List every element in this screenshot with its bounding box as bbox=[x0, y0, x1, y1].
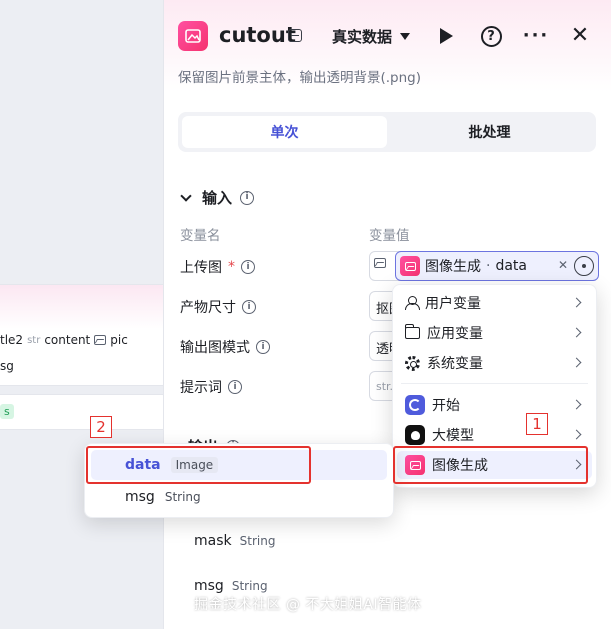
chevron-right-icon bbox=[571, 429, 582, 440]
canvas-var-msg: sg bbox=[0, 359, 14, 373]
menu-item-label: 应用变量 bbox=[427, 326, 483, 342]
help-icon: ? bbox=[480, 25, 502, 47]
info-icon: i bbox=[228, 380, 242, 394]
field-label-output-mode: 输出图模式 i bbox=[180, 337, 270, 357]
play-icon bbox=[439, 28, 453, 44]
tab-single[interactable]: 单次 bbox=[182, 116, 387, 148]
canvas-var-pic: pic bbox=[110, 333, 128, 347]
ref-source: 图像生成 bbox=[425, 259, 481, 275]
image-gen-icon bbox=[400, 256, 420, 276]
canvas-var-content: content bbox=[44, 333, 91, 347]
menu-item-start-node[interactable]: 开始 bbox=[397, 391, 592, 419]
info-icon: i bbox=[242, 300, 256, 314]
watermark: 掘金技术社区 @ 不大姐姐AI智能体 bbox=[194, 597, 422, 613]
canvas-var-title: tle2 bbox=[0, 333, 24, 347]
close-button[interactable]: ✕ bbox=[568, 24, 592, 48]
output-option-msg[interactable]: msg String bbox=[91, 482, 387, 512]
llm-node-icon bbox=[405, 425, 425, 445]
user-icon bbox=[405, 296, 420, 310]
menu-item-system-vars[interactable]: 系统变量 bbox=[397, 349, 592, 377]
output-type: String bbox=[239, 534, 276, 548]
info-icon: i bbox=[256, 340, 270, 354]
image-type-icon bbox=[374, 258, 386, 268]
more-dots-icon: ··· bbox=[522, 25, 550, 46]
menu-item-user-vars[interactable]: 用户变量 bbox=[397, 289, 592, 317]
menu-item-label: 大模型 bbox=[432, 428, 474, 444]
menu-item-label: 系统变量 bbox=[427, 356, 483, 372]
menu-item-label: 开始 bbox=[432, 398, 460, 414]
more-button[interactable]: ··· bbox=[522, 24, 550, 48]
caret-down-icon bbox=[400, 33, 411, 40]
output-option-name: msg bbox=[125, 489, 155, 505]
prompt-type-prefix: str. bbox=[376, 380, 394, 393]
cutout-app-icon bbox=[178, 21, 208, 51]
output-name: mask bbox=[194, 533, 232, 549]
chevron-right-icon bbox=[571, 327, 582, 338]
close-icon: ✕ bbox=[570, 23, 590, 48]
output-item-mask: mask String bbox=[194, 533, 275, 549]
menu-item-app-vars[interactable]: 应用变量 bbox=[397, 319, 592, 347]
canvas-node-card-2[interactable]: s bbox=[0, 394, 170, 430]
start-node-icon bbox=[405, 395, 425, 415]
tab-batch[interactable]: 批处理 bbox=[387, 116, 592, 148]
output-type: String bbox=[231, 579, 268, 593]
field-label-text: 上传图 bbox=[180, 260, 222, 276]
output-item-msg: msg String bbox=[194, 578, 268, 594]
run-mode-tabs: 单次 批处理 bbox=[178, 112, 596, 152]
gear-icon bbox=[405, 355, 420, 371]
canvas-badge: s bbox=[0, 404, 14, 419]
canvas-var-type: str bbox=[27, 334, 41, 346]
annotation-box-1 bbox=[393, 446, 588, 484]
panel-subtitle: 保留图片前景主体，输出透明背景(.png) bbox=[178, 70, 422, 86]
field-label-size: 产物尺寸 i bbox=[180, 297, 256, 317]
save-icon[interactable] bbox=[288, 29, 302, 42]
ref-separator: · bbox=[486, 258, 491, 274]
ref-var: data bbox=[495, 258, 527, 274]
variable-reference-chip[interactable]: 图像生成 · data ✕ bbox=[395, 251, 599, 281]
required-mark: * bbox=[228, 259, 235, 275]
folder-icon bbox=[404, 324, 420, 339]
canvas-node-header bbox=[0, 285, 169, 329]
info-icon: i bbox=[241, 260, 255, 274]
chevron-down-icon bbox=[180, 189, 192, 202]
field-label-prompt: 提示词 i bbox=[180, 377, 242, 397]
canvas-node-vars: tle2 str content pic bbox=[0, 333, 128, 347]
column-header-name: 变量名 bbox=[180, 228, 221, 244]
field-label-upload: 上传图 * i bbox=[180, 257, 255, 277]
chevron-right-icon bbox=[571, 357, 582, 368]
menu-item-llm-node[interactable]: 大模型 bbox=[397, 421, 592, 449]
field-label-text: 提示词 bbox=[180, 380, 222, 396]
run-button[interactable] bbox=[434, 24, 458, 48]
annotation-number-2: 2 bbox=[90, 416, 112, 438]
input-section-header[interactable]: 输入 i bbox=[180, 187, 255, 208]
help-button[interactable]: ? bbox=[479, 24, 503, 48]
menu-item-label: 用户变量 bbox=[425, 296, 481, 312]
column-header-value: 变量值 bbox=[369, 228, 410, 244]
annotation-box-2 bbox=[86, 446, 311, 484]
info-icon: i bbox=[240, 190, 255, 205]
canvas-node-card[interactable]: tle2 str content pic sg bbox=[0, 284, 170, 386]
field-label-text: 输出图模式 bbox=[180, 340, 250, 356]
data-mode-dropdown[interactable]: 真实数据 bbox=[332, 26, 411, 47]
field-label-text: 产物尺寸 bbox=[180, 300, 236, 316]
data-mode-label: 真实数据 bbox=[332, 28, 393, 46]
input-section-title: 输入 bbox=[202, 189, 233, 207]
variable-picker-icon[interactable] bbox=[574, 256, 594, 276]
image-icon bbox=[94, 335, 107, 345]
panel-title: cutout bbox=[219, 23, 296, 47]
chevron-right-icon bbox=[571, 399, 582, 410]
output-option-type: String bbox=[164, 490, 201, 504]
annotation-number-1: 1 bbox=[526, 413, 548, 435]
output-name: msg bbox=[194, 578, 224, 594]
menu-divider bbox=[401, 383, 588, 384]
chevron-right-icon bbox=[571, 297, 582, 308]
clear-icon[interactable]: ✕ bbox=[558, 258, 568, 272]
